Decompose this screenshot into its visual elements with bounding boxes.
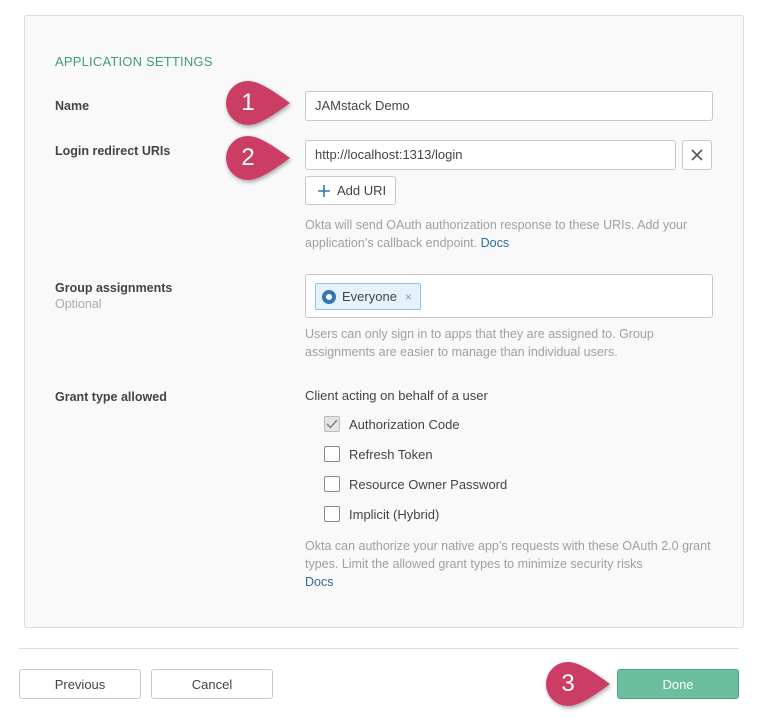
group-chip-everyone[interactable]: Everyone ×	[315, 283, 421, 310]
callout-2: 2	[226, 136, 306, 180]
option-label: Authorization Code	[349, 416, 460, 432]
callout-number: 1	[241, 89, 255, 116]
grant-heading: Client acting on behalf of a user	[305, 388, 488, 403]
checkbox-implicit-hybrid[interactable]	[324, 506, 340, 522]
option-label: Resource Owner Password	[349, 476, 508, 492]
grant-docs-link[interactable]: Docs	[305, 575, 333, 589]
option-label: Refresh Token	[349, 446, 433, 462]
group-assignments-input[interactable]: Everyone ×	[305, 274, 713, 318]
callout-1: 1	[226, 81, 306, 125]
done-button[interactable]: Done	[617, 669, 739, 699]
checkbox-resource-owner-password[interactable]	[324, 476, 340, 492]
option-label: Implicit (Hybrid)	[349, 506, 440, 522]
previous-button[interactable]: Previous	[19, 669, 141, 699]
check-icon	[326, 419, 338, 429]
optional-label: Optional	[55, 297, 102, 311]
cancel-button[interactable]: Cancel	[151, 669, 273, 699]
redirect-docs-link[interactable]: Docs	[481, 236, 509, 250]
name-label: Name	[55, 99, 90, 113]
group-icon	[322, 289, 336, 304]
grant-option-authorization-code[interactable]: Authorization Code	[324, 416, 460, 432]
section-title: APPLICATION SETTINGS	[55, 54, 213, 69]
callout-number: 3	[561, 670, 575, 697]
grant-help-text: Okta can authorize your native app’s req…	[305, 539, 711, 589]
remove-chip-icon[interactable]: ×	[405, 290, 412, 304]
name-input[interactable]: JAMstack Demo	[305, 91, 713, 121]
close-icon	[691, 149, 703, 161]
grant-option-refresh-token[interactable]: Refresh Token	[324, 446, 433, 462]
checkbox-refresh-token[interactable]	[324, 446, 340, 462]
grant-option-implicit-hybrid[interactable]: Implicit (Hybrid)	[324, 506, 439, 522]
group-chip-label: Everyone	[342, 289, 397, 304]
groups-help-text: Users can only sign in to apps that they…	[305, 327, 654, 359]
grant-type-label: Grant type allowed	[55, 390, 167, 404]
plus-icon	[318, 184, 330, 197]
redirect-help-text: Okta will send OAuth authorization respo…	[305, 218, 688, 250]
application-settings-panel: APPLICATION SETTINGS Name JAMstack Demo …	[24, 15, 744, 628]
redirect-uri-input[interactable]: http://localhost:1313/login	[305, 140, 676, 170]
add-uri-label: Add URI	[337, 183, 387, 198]
redirect-uris-label: Login redirect URIs	[55, 144, 171, 158]
checkbox-authorization-code[interactable]	[324, 416, 340, 432]
callout-3: 3	[546, 662, 626, 706]
footer-divider	[19, 648, 739, 649]
add-uri-button[interactable]: Add URI	[305, 176, 396, 205]
callout-number: 2	[241, 144, 255, 171]
grant-option-resource-owner-password[interactable]: Resource Owner Password	[324, 476, 507, 492]
group-assignments-label: Group assignments	[55, 281, 173, 295]
remove-uri-button[interactable]	[682, 140, 712, 170]
